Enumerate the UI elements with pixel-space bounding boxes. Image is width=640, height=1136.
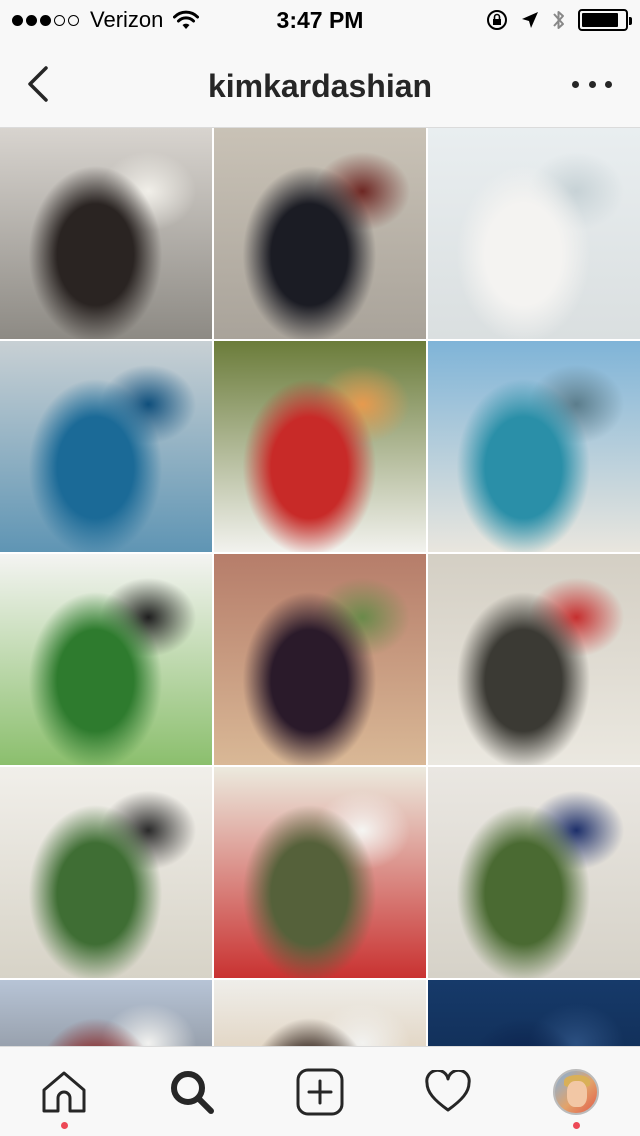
home-icon [42,1071,86,1113]
page-title: kimkardashian [207,68,433,104]
grid-post[interactable] [214,767,426,978]
grid-post[interactable] [214,128,426,339]
status-right [474,8,632,32]
more-dot [588,80,596,88]
grid-post[interactable] [428,554,640,765]
grid-post[interactable] [0,128,212,339]
status-bar: Verizon 3:47 PM [0,0,640,40]
grid-post[interactable] [0,980,212,1046]
bluetooth-icon [553,11,564,29]
tab-bar [0,1046,640,1136]
grid-post[interactable] [428,980,640,1046]
tab-home[interactable] [39,1067,89,1129]
nav-bar: kimkardashian [0,40,640,128]
profile-notification-dot [572,1122,580,1129]
battery-tip [629,17,632,25]
grid-post[interactable] [214,980,426,1046]
battery-level [582,13,618,27]
tab-profile[interactable] [551,1067,601,1129]
grid-post[interactable] [0,341,212,552]
tab-add[interactable] [295,1067,345,1117]
location-icon [522,12,538,28]
grid-post[interactable] [428,128,640,339]
grid-post[interactable] [0,554,212,765]
avatar-face [567,1081,587,1107]
search-icon [171,1071,214,1114]
more-horizontal-icon[interactable] [572,74,612,94]
heart-icon [425,1070,471,1112]
tab-activity[interactable] [423,1067,473,1117]
home-notification-dot [60,1122,68,1129]
profile-avatar [553,1069,599,1115]
more-dot [572,80,579,88]
grid-post[interactable] [428,767,640,978]
tab-search[interactable] [167,1067,217,1117]
photo-grid [0,128,640,1046]
grid-post[interactable] [428,341,640,552]
grid-post[interactable] [214,341,426,552]
grid-post[interactable] [0,767,212,978]
more-dot [605,80,612,88]
grid-post[interactable] [214,554,426,765]
rotation-lock-icon [487,10,507,30]
add-post-icon [296,1068,344,1116]
battery-icon [578,9,632,31]
